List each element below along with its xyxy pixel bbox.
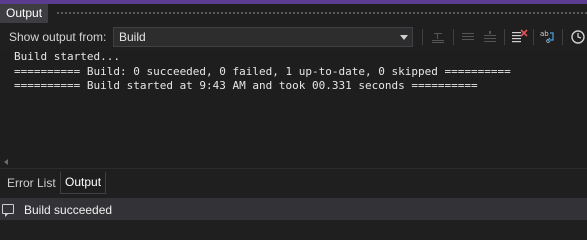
panel-title-row: Output (0, 4, 587, 23)
word-wrap-icon[interactable]: ab c (538, 28, 558, 46)
toolbar-separator (533, 29, 534, 45)
horizontal-scrollbar[interactable] (0, 156, 587, 168)
toolbar-separator (504, 29, 505, 45)
previous-message-icon[interactable] (428, 28, 448, 46)
clear-all-icon[interactable] (509, 28, 529, 46)
next-message-icon[interactable] (458, 28, 478, 46)
toolbar-separator (453, 29, 454, 45)
output-line: ========== Build started at 9:43 AM and … (14, 79, 478, 92)
output-toolbar: Show output from: Build ab c (0, 24, 587, 50)
output-line: ========== Build: 0 succeeded, 0 failed,… (14, 65, 511, 78)
output-line: Build started... (14, 50, 120, 63)
panel-title[interactable]: Output (0, 4, 49, 23)
output-source-dropdown[interactable]: Build (113, 27, 413, 47)
chevron-down-icon (400, 35, 408, 40)
toolbar-separator (562, 29, 563, 45)
tab-output[interactable]: Output (60, 172, 107, 194)
output-panel-window: Output Show output from: Build ab c Buil… (0, 0, 587, 220)
find-icon[interactable] (567, 28, 587, 46)
message-icon[interactable] (2, 204, 14, 217)
bottom-tabstrip: Error List Output (0, 168, 587, 197)
scroll-left-icon[interactable] (4, 159, 8, 165)
go-to-line-icon[interactable] (480, 28, 500, 46)
tab-error-list[interactable]: Error List (3, 173, 60, 193)
output-source-value: Build (119, 30, 146, 44)
output-text-area[interactable]: Build started... ========== Build: 0 suc… (0, 50, 587, 156)
status-bar: Build succeeded (0, 198, 587, 220)
title-gripper[interactable] (56, 11, 587, 16)
status-text: Build succeeded (24, 203, 113, 217)
toolbar-separator (422, 29, 423, 45)
show-output-label: Show output from: (9, 30, 107, 44)
